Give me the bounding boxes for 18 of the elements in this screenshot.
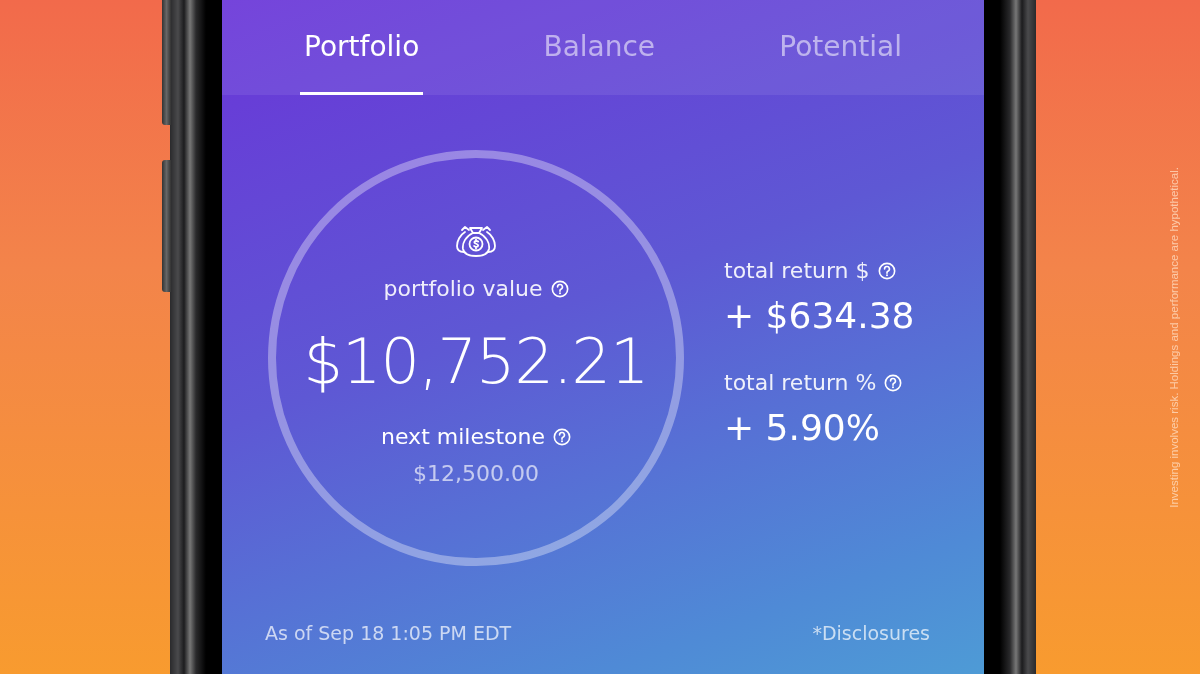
tab[interactable]: Potential bbox=[775, 0, 906, 95]
help-icon[interactable] bbox=[884, 373, 903, 392]
disclaimer-text: Investing involves risk. Holdings and performance are hypothetical. bbox=[1168, 166, 1180, 508]
help-icon[interactable] bbox=[550, 279, 569, 298]
portfolio-value: $10,752.21 bbox=[303, 325, 649, 398]
disclosures-link[interactable]: *Disclosures bbox=[812, 622, 930, 644]
help-icon[interactable] bbox=[877, 261, 896, 280]
tab[interactable]: Balance bbox=[539, 0, 660, 95]
return-value: + 5.90% bbox=[724, 407, 881, 448]
value-label: portfolio value bbox=[383, 276, 543, 301]
return-label: total return % bbox=[724, 370, 877, 395]
help-icon[interactable] bbox=[552, 427, 571, 446]
return-label: total return $ bbox=[724, 258, 870, 283]
timestamp: As of Sep 18 1:05 PM EDT bbox=[265, 622, 512, 644]
milestone-value: $12,500.00 bbox=[413, 461, 539, 486]
return-value: + $634.38 bbox=[724, 295, 915, 336]
milestone-label: next milestone bbox=[381, 424, 545, 449]
tab[interactable]: Portfolio bbox=[300, 0, 424, 95]
